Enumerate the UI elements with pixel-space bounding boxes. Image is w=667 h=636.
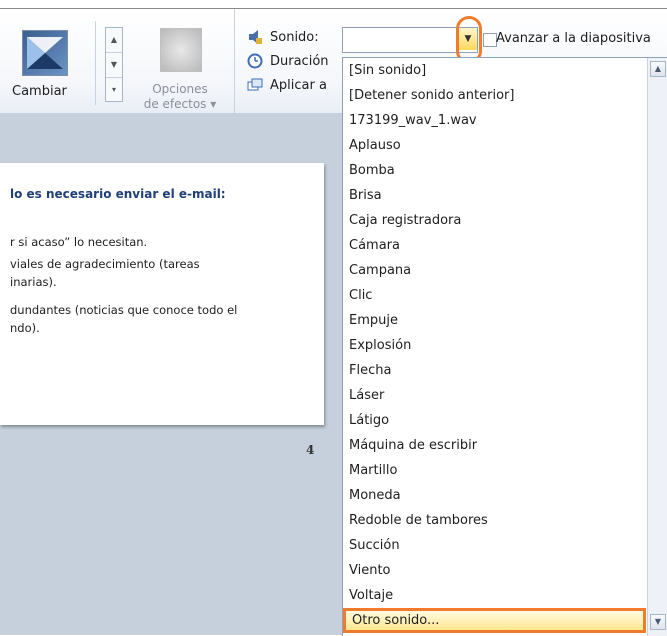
sound-option[interactable]: Explosión: [343, 333, 646, 358]
slide-title: lo es necesario enviar el e-mail:: [10, 187, 226, 201]
apply-row[interactable]: Aplicar a: [246, 77, 327, 93]
apply-all-icon[interactable]: [246, 77, 264, 93]
sound-option[interactable]: Moneda: [343, 483, 646, 508]
slide-thumbnail[interactable]: lo es necesario enviar el e-mail: r si a…: [0, 163, 324, 425]
duration-row: Duración: [246, 53, 329, 69]
gallery-scrollbar[interactable]: ▲ ▼ ▾: [105, 27, 123, 102]
scroll-down-icon[interactable]: ▼: [650, 614, 666, 630]
advance-slide-label: Avanzar a la diapositiva: [496, 31, 651, 46]
sound-option[interactable]: Voltaje: [343, 583, 646, 608]
sound-option[interactable]: [Sin sonido]: [343, 58, 646, 83]
clock-icon: [246, 53, 264, 69]
slide-workspace: lo es necesario enviar el e-mail: r si a…: [0, 113, 342, 635]
sound-option[interactable]: Martillo: [343, 458, 646, 483]
speaker-icon: [246, 29, 264, 45]
sound-option[interactable]: [Detener sonido anterior]: [343, 83, 646, 108]
advance-slide-checkbox[interactable]: [483, 33, 497, 47]
group-separator: [234, 9, 235, 113]
slide-text-line: r si acaso” lo necesitan.: [10, 235, 148, 249]
sound-option[interactable]: Máquina de escribir: [343, 433, 646, 458]
gallery-more-icon[interactable]: ▾: [106, 78, 122, 102]
scroll-up-icon[interactable]: ▲: [650, 61, 666, 77]
gallery-down-arrow-icon[interactable]: ▼: [106, 53, 122, 78]
sound-option[interactable]: Empuje: [343, 308, 646, 333]
sound-options: [Sin sonido] [Detener sonido anterior] 173…: [343, 58, 646, 633]
sound-option[interactable]: Cámara: [343, 233, 646, 258]
slide-text-line: viales de agradecimiento (tareas: [10, 257, 200, 271]
duration-label: Duración: [270, 53, 329, 69]
apply-to-all-button[interactable]: Aplicar a: [270, 78, 327, 93]
slide-text-line: dundantes (noticias que conoce todo el: [10, 303, 238, 317]
sound-label: Sonido:: [270, 29, 319, 45]
transition-icon: [27, 37, 63, 69]
dropdown-scrollbar[interactable]: ▲ ▼: [647, 58, 667, 636]
effect-options-label-line2: de efectos ▾: [143, 97, 217, 111]
sound-dropdown-list[interactable]: [Sin sonido] [Detener sonido anterior] 173…: [342, 57, 667, 636]
sound-option[interactable]: Campana: [343, 258, 646, 283]
sound-option[interactable]: Bomba: [343, 158, 646, 183]
sound-option-selected[interactable]: Otro sonido...: [343, 608, 646, 633]
group-separator: [95, 21, 96, 105]
change-transition-label[interactable]: Cambiar: [12, 84, 67, 99]
sound-option[interactable]: Caja registradora: [343, 208, 646, 233]
effect-options-label-line1: Opciones: [152, 82, 208, 96]
sound-option[interactable]: Viento: [343, 558, 646, 583]
slide-text-line: inarias).: [10, 275, 57, 289]
sound-option[interactable]: Aplauso: [343, 133, 646, 158]
sound-option[interactable]: 173199_wav_1.wav: [343, 108, 646, 133]
slide-text-line: ndo).: [10, 321, 40, 335]
sound-option[interactable]: Brisa: [343, 183, 646, 208]
sound-option[interactable]: Redoble de tambores: [343, 508, 646, 533]
sound-option[interactable]: Flecha: [343, 358, 646, 383]
effect-options-label[interactable]: Opciones de efectos ▾: [132, 82, 228, 112]
effect-options-icon[interactable]: [160, 28, 202, 72]
sound-option[interactable]: Láser: [343, 383, 646, 408]
sound-row: Sonido:: [246, 29, 319, 45]
sound-option[interactable]: Succión: [343, 533, 646, 558]
sound-option[interactable]: Clic: [343, 283, 646, 308]
gallery-up-arrow-icon[interactable]: ▲: [106, 28, 122, 53]
page-number: 4: [306, 443, 315, 457]
window-top-border: [0, 0, 667, 9]
sound-option[interactable]: Látigo: [343, 408, 646, 433]
transition-gallery-thumbnail[interactable]: [22, 30, 68, 76]
